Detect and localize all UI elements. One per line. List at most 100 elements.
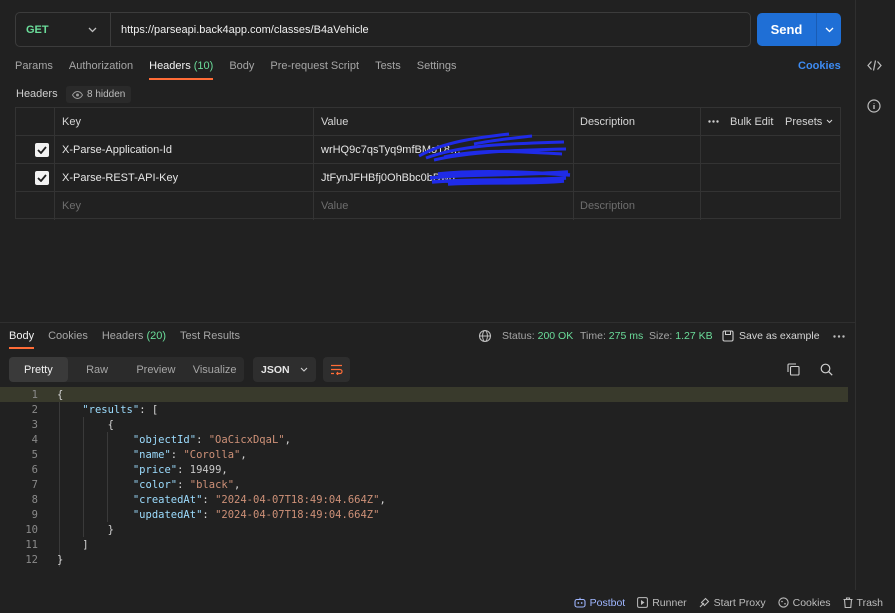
- response-tab-body[interactable]: Body: [9, 330, 35, 349]
- send-button[interactable]: Send: [757, 13, 841, 46]
- code-line: 9 "updatedAt": "2024-04-07T18:49:04.664Z…: [0, 507, 848, 522]
- header-key[interactable]: X-Parse-REST-API-Key: [62, 164, 178, 191]
- line-number: 7: [31, 478, 38, 491]
- column-key: Key: [62, 115, 81, 128]
- method-select[interactable]: GET: [16, 13, 111, 46]
- tab-tests[interactable]: Tests: [375, 60, 401, 80]
- json-key: "createdAt": [132, 493, 203, 506]
- view-visualize[interactable]: Visualize: [185, 357, 244, 382]
- tab-headers-label: Headers: [149, 60, 191, 72]
- tab-headers[interactable]: Headers (10): [149, 60, 214, 80]
- json-key: "objectId": [132, 433, 197, 446]
- tab-pre-request-script[interactable]: Pre-request Script: [270, 60, 359, 80]
- new-description-input[interactable]: Description: [580, 192, 635, 220]
- presets-label: Presets: [785, 115, 823, 128]
- status-value[interactable]: 200 OK: [538, 330, 574, 342]
- json-string: "2024-04-07T18:49:04.664Z": [215, 508, 380, 521]
- copy-icon[interactable]: [787, 363, 800, 376]
- status-footer: Postbot Runner Start Proxy Cookies Trash: [0, 592, 895, 613]
- line-number: 4: [31, 433, 38, 446]
- size-label: Size:: [649, 330, 673, 342]
- response-tabs: Body Cookies Headers (20) Test Results: [9, 330, 254, 349]
- tab-body[interactable]: Body: [229, 60, 254, 80]
- row-checkbox[interactable]: [35, 136, 49, 163]
- response-tab-cookies[interactable]: Cookies: [48, 330, 88, 349]
- presets-dropdown[interactable]: Presets: [785, 108, 833, 135]
- tab-params[interactable]: Params: [15, 60, 53, 80]
- code-line: 2 "results": [: [0, 402, 848, 417]
- size-value[interactable]: 1.27 KB: [675, 330, 712, 342]
- checkbox-icon: [35, 170, 49, 185]
- start-proxy-button[interactable]: Start Proxy: [699, 597, 766, 609]
- method-label: GET: [26, 23, 49, 36]
- save-label: Save as example: [739, 330, 820, 342]
- time-value[interactable]: 275 ms: [609, 330, 643, 342]
- runner-label: Runner: [652, 596, 687, 609]
- response-tab-headers[interactable]: Headers (20): [102, 330, 166, 349]
- bulk-edit-button[interactable]: Bulk Edit: [730, 108, 773, 135]
- redaction-scribble: [429, 170, 571, 186]
- view-mode-switch: Pretty Raw Preview Visualize: [9, 357, 244, 382]
- pane-divider[interactable]: [0, 322, 855, 323]
- wrap-lines-button[interactable]: [323, 357, 350, 382]
- cookies-link[interactable]: Cookies: [798, 60, 841, 72]
- code-line: 1{: [0, 387, 848, 402]
- status-label: Status:: [502, 330, 535, 342]
- json-string: "2024-04-07T18:49:04.664Z": [215, 493, 380, 506]
- tab-settings[interactable]: Settings: [417, 60, 457, 80]
- send-options-button[interactable]: [816, 13, 841, 46]
- more-icon[interactable]: [833, 335, 845, 338]
- line-number: 1: [31, 388, 38, 401]
- line-number: 12: [25, 553, 38, 566]
- proxy-icon: [699, 597, 709, 608]
- tab-headers-count: (10): [193, 60, 214, 72]
- trash-button[interactable]: Trash: [843, 597, 883, 609]
- more-icon[interactable]: [708, 108, 719, 135]
- new-key-input[interactable]: Key: [62, 192, 81, 220]
- cookies-footer-button[interactable]: Cookies: [777, 597, 831, 609]
- right-rail-divider: [855, 0, 856, 590]
- code-text: "updatedAt": "2024-04-07T18:49:04.664Z": [132, 508, 380, 521]
- new-value-input[interactable]: Value: [321, 192, 348, 220]
- hidden-headers-toggle[interactable]: 8 hidden: [66, 86, 132, 103]
- code-text: "objectId": "OaCicxDqaL",: [132, 433, 291, 446]
- header-key[interactable]: X-Parse-Application-Id: [62, 136, 172, 163]
- tab-authorization[interactable]: Authorization: [69, 60, 133, 80]
- line-number: 2: [31, 403, 38, 416]
- json-number: 19499: [189, 463, 222, 476]
- view-preview[interactable]: Preview: [127, 357, 186, 382]
- response-tab-headers-label: Headers: [101, 330, 144, 342]
- headers-section-label: Headers: [16, 88, 58, 100]
- code-text: }: [57, 553, 64, 566]
- code-text: }: [57, 523, 114, 536]
- view-pretty[interactable]: Pretty: [9, 357, 68, 382]
- line-number: 6: [31, 463, 38, 476]
- view-raw[interactable]: Raw: [68, 357, 127, 382]
- code-line: 3 {: [0, 417, 848, 432]
- format-select[interactable]: JSON: [253, 357, 316, 382]
- time-info: Time: 275 ms: [580, 330, 643, 342]
- info-icon[interactable]: [867, 99, 881, 113]
- row-checkbox[interactable]: [35, 164, 49, 191]
- code-icon[interactable]: [867, 59, 882, 72]
- hidden-count: 8 hidden: [87, 89, 126, 100]
- code-line: 8 "createdAt": "2024-04-07T18:49:04.664Z…: [0, 492, 848, 507]
- proxy-label: Start Proxy: [713, 596, 766, 609]
- code-text: "results": [: [82, 403, 159, 416]
- column-description: Description: [580, 115, 636, 128]
- response-tab-test-results[interactable]: Test Results: [180, 330, 240, 349]
- search-icon[interactable]: [820, 363, 833, 376]
- json-string: "OaCicxDqaL": [208, 433, 285, 446]
- globe-icon[interactable]: [478, 329, 492, 343]
- code-text: {: [57, 388, 64, 401]
- postbot-button[interactable]: Postbot: [574, 597, 625, 609]
- runner-button[interactable]: Runner: [637, 596, 687, 609]
- save-as-example-button[interactable]: Save as example: [722, 330, 820, 342]
- format-label: JSON: [261, 363, 290, 376]
- size-info: Size: 1.27 KB: [649, 330, 713, 342]
- save-icon: [722, 330, 734, 342]
- url-input[interactable]: https://parseapi.back4app.com/classes/B4…: [111, 24, 369, 36]
- code-text: "createdAt": "2024-04-07T18:49:04.664Z",: [132, 493, 386, 506]
- trash-label: Trash: [856, 596, 883, 609]
- send-label: Send: [770, 22, 803, 37]
